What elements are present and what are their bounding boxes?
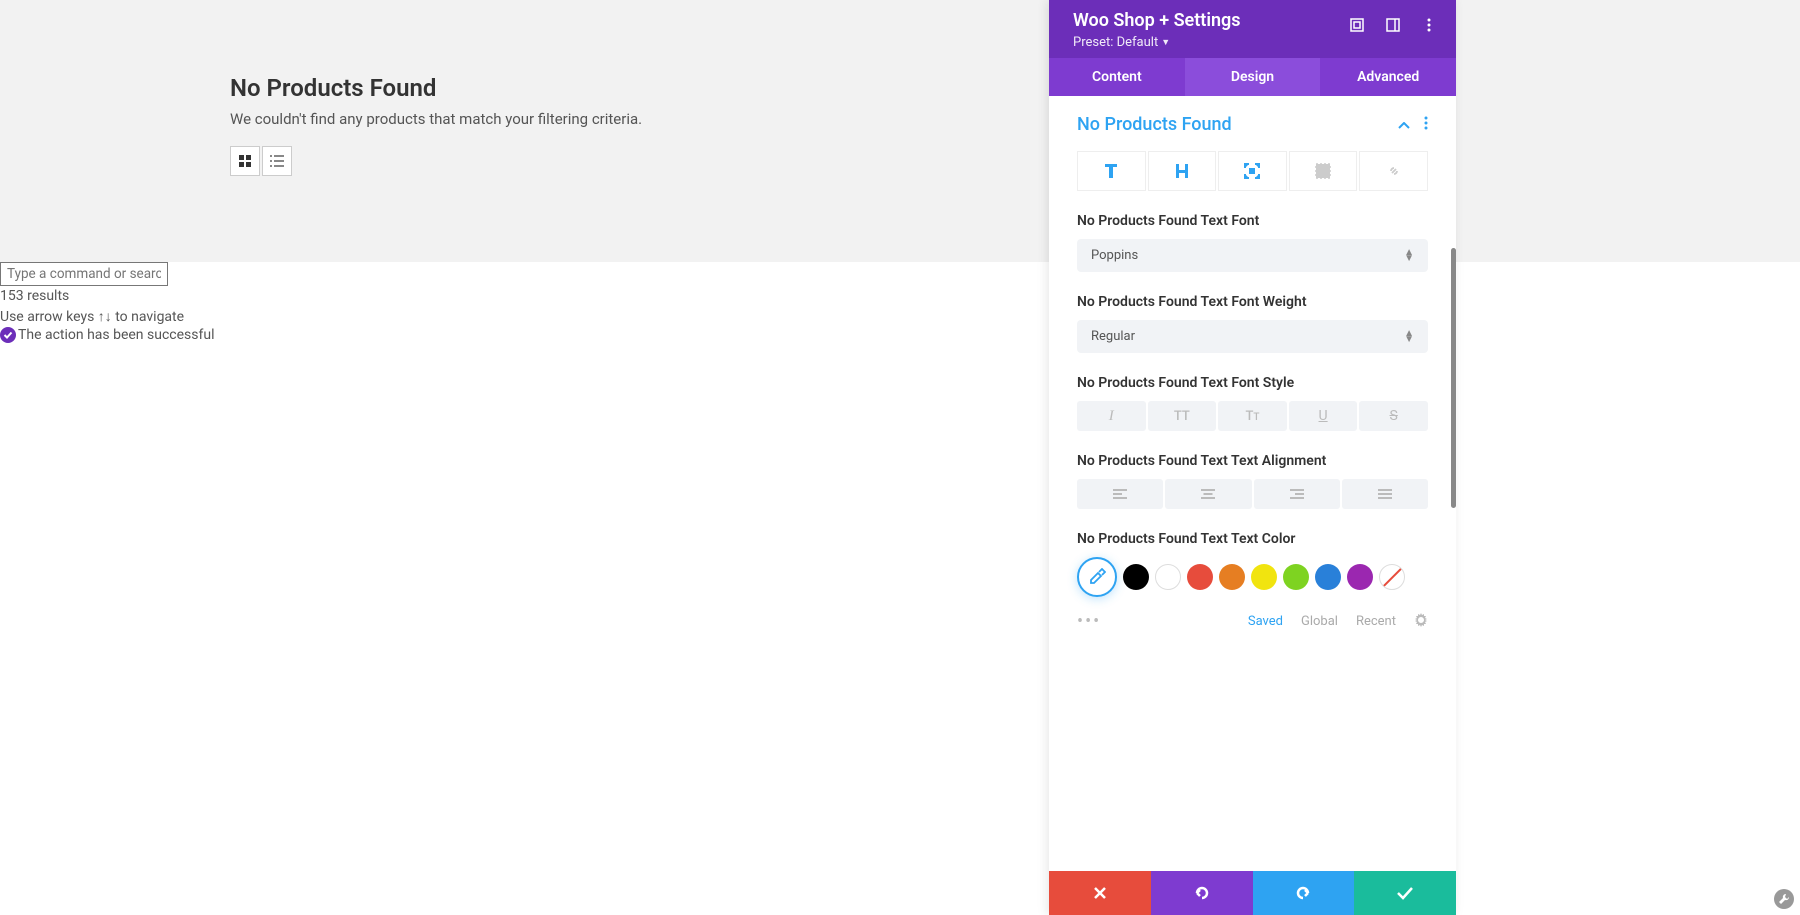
- command-input[interactable]: [0, 262, 168, 286]
- color-swatch-none[interactable]: [1379, 564, 1405, 590]
- preview-canvas: No Products Found We couldn't find any p…: [0, 0, 1800, 262]
- wrench-icon: [1778, 893, 1790, 905]
- color-swatch-blue[interactable]: [1315, 564, 1341, 590]
- underline-icon: U: [1319, 408, 1328, 424]
- align-right-icon: [1290, 489, 1304, 499]
- color-swatch-black[interactable]: [1123, 564, 1149, 590]
- redo-icon: [1294, 884, 1312, 902]
- color-tab-recent[interactable]: Recent: [1356, 614, 1396, 629]
- grid-icon: [239, 155, 251, 167]
- layout-icon[interactable]: [1384, 16, 1402, 34]
- tab-advanced[interactable]: Advanced: [1320, 58, 1456, 96]
- color-swatch-green[interactable]: [1283, 564, 1309, 590]
- expand-icon[interactable]: [1348, 16, 1366, 34]
- color-label: No Products Found Text Text Color: [1077, 531, 1428, 547]
- strikethrough-icon: S: [1390, 408, 1398, 424]
- uppercase-icon: TT: [1174, 409, 1190, 424]
- link-icon: [1385, 162, 1403, 180]
- align-center-icon: [1201, 489, 1215, 499]
- font-field: No Products Found Text Font Poppins ▲▼: [1077, 213, 1428, 272]
- list-view-button[interactable]: [262, 146, 292, 176]
- gear-icon[interactable]: [1414, 613, 1428, 631]
- panel-tabs: Content Design Advanced: [1049, 58, 1456, 96]
- text-mode-button[interactable]: [1077, 151, 1146, 191]
- uppercase-button[interactable]: TT: [1148, 401, 1217, 431]
- section-header: No Products Found: [1077, 114, 1428, 135]
- caret-down-icon: ▼: [1161, 37, 1170, 48]
- align-left-icon: [1113, 489, 1127, 499]
- align-justify-icon: [1378, 489, 1392, 499]
- preset-dropdown[interactable]: Preset: Default ▼: [1073, 35, 1432, 50]
- undo-icon: [1193, 884, 1211, 902]
- selection-mode-button[interactable]: [1289, 151, 1358, 191]
- alignment-label: No Products Found Text Text Alignment: [1077, 453, 1428, 469]
- color-swatch-white[interactable]: [1155, 564, 1181, 590]
- undo-button[interactable]: [1151, 871, 1253, 915]
- panel-body[interactable]: No Products Found: [1049, 96, 1456, 871]
- underline-button[interactable]: U: [1289, 401, 1358, 431]
- color-more-button[interactable]: •••: [1077, 611, 1101, 632]
- capitalize-button[interactable]: TT: [1218, 401, 1287, 431]
- action-bar: [1049, 871, 1456, 915]
- style-label: No Products Found Text Font Style: [1077, 375, 1428, 391]
- font-label: No Products Found Text Font: [1077, 213, 1428, 229]
- heading-mode-button[interactable]: [1148, 151, 1217, 191]
- scrollbar[interactable]: [1451, 248, 1456, 508]
- section-more-icon[interactable]: [1424, 115, 1428, 134]
- focus-mode-button[interactable]: [1218, 151, 1287, 191]
- color-swatch-yellow[interactable]: [1251, 564, 1277, 590]
- help-button[interactable]: [1774, 889, 1794, 909]
- settings-panel: Woo Shop + Settings Preset: Default ▼ Co…: [1049, 0, 1456, 915]
- command-status: The action has been successful: [0, 327, 1800, 343]
- weight-label: No Products Found Text Font Weight: [1077, 294, 1428, 310]
- collapse-icon[interactable]: [1398, 115, 1410, 134]
- tab-design[interactable]: Design: [1185, 58, 1321, 96]
- check-icon: [1396, 886, 1414, 900]
- italic-button[interactable]: I: [1077, 401, 1146, 431]
- focus-icon: [1243, 162, 1261, 180]
- italic-icon: I: [1109, 408, 1114, 425]
- text-icon: [1102, 162, 1120, 180]
- close-button[interactable]: [1049, 871, 1151, 915]
- command-nav-hint: Use arrow keys ↑↓ to navigate: [0, 306, 1800, 327]
- alignment-field: No Products Found Text Text Alignment: [1077, 453, 1428, 509]
- color-swatch-purple[interactable]: [1347, 564, 1373, 590]
- font-select[interactable]: Poppins ▲▼: [1077, 239, 1428, 272]
- color-tab-global[interactable]: Global: [1301, 614, 1338, 629]
- align-left-button[interactable]: [1077, 479, 1163, 509]
- strikethrough-button[interactable]: S: [1359, 401, 1428, 431]
- weight-select[interactable]: Regular ▲▼: [1077, 320, 1428, 353]
- eyedropper-icon: [1088, 568, 1106, 586]
- color-picker-button[interactable]: [1077, 557, 1117, 597]
- color-tab-saved[interactable]: Saved: [1248, 614, 1283, 629]
- redo-button[interactable]: [1253, 871, 1355, 915]
- color-swatch-orange[interactable]: [1219, 564, 1245, 590]
- select-arrows-icon: ▲▼: [1404, 331, 1414, 343]
- close-icon: [1093, 886, 1107, 900]
- align-center-button[interactable]: [1165, 479, 1251, 509]
- list-icon: [270, 155, 284, 167]
- section-title[interactable]: No Products Found: [1077, 114, 1232, 135]
- weight-field: No Products Found Text Font Weight Regul…: [1077, 294, 1428, 353]
- heading-icon: [1173, 162, 1191, 180]
- align-right-button[interactable]: [1254, 479, 1340, 509]
- grid-view-button[interactable]: [230, 146, 260, 176]
- select-dashed-icon: [1314, 162, 1332, 180]
- align-justify-button[interactable]: [1342, 479, 1428, 509]
- check-circle-icon: [0, 327, 16, 343]
- link-mode-button[interactable]: [1359, 151, 1428, 191]
- command-palette: 153 results Use arrow keys ↑↓ to navigat…: [0, 262, 1800, 343]
- capitalize-icon: TT: [1245, 409, 1259, 424]
- command-results-count: 153 results: [0, 286, 1800, 306]
- color-field: No Products Found Text Text Color ••• Sa…: [1077, 531, 1428, 632]
- tab-content[interactable]: Content: [1049, 58, 1185, 96]
- panel-header: Woo Shop + Settings Preset: Default ▼: [1049, 0, 1456, 58]
- select-arrows-icon: ▲▼: [1404, 250, 1414, 262]
- save-button[interactable]: [1354, 871, 1456, 915]
- status-text: The action has been successful: [18, 327, 214, 343]
- more-vertical-icon[interactable]: [1420, 16, 1438, 34]
- text-element-row: [1077, 151, 1428, 191]
- style-field: No Products Found Text Font Style I TT T…: [1077, 375, 1428, 431]
- color-swatch-red[interactable]: [1187, 564, 1213, 590]
